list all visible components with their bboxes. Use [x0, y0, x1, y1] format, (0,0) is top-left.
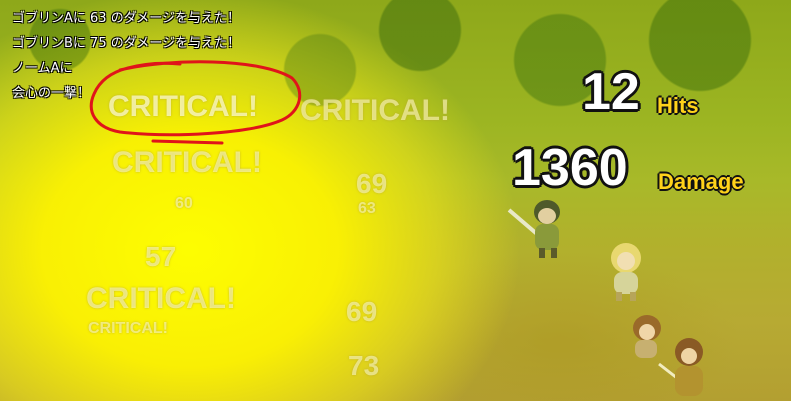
red-circle-annotation	[89, 60, 302, 145]
battle-scene: CRITICAL! CRITICAL! CRITICAL! 69 63 60 5…	[0, 0, 791, 401]
